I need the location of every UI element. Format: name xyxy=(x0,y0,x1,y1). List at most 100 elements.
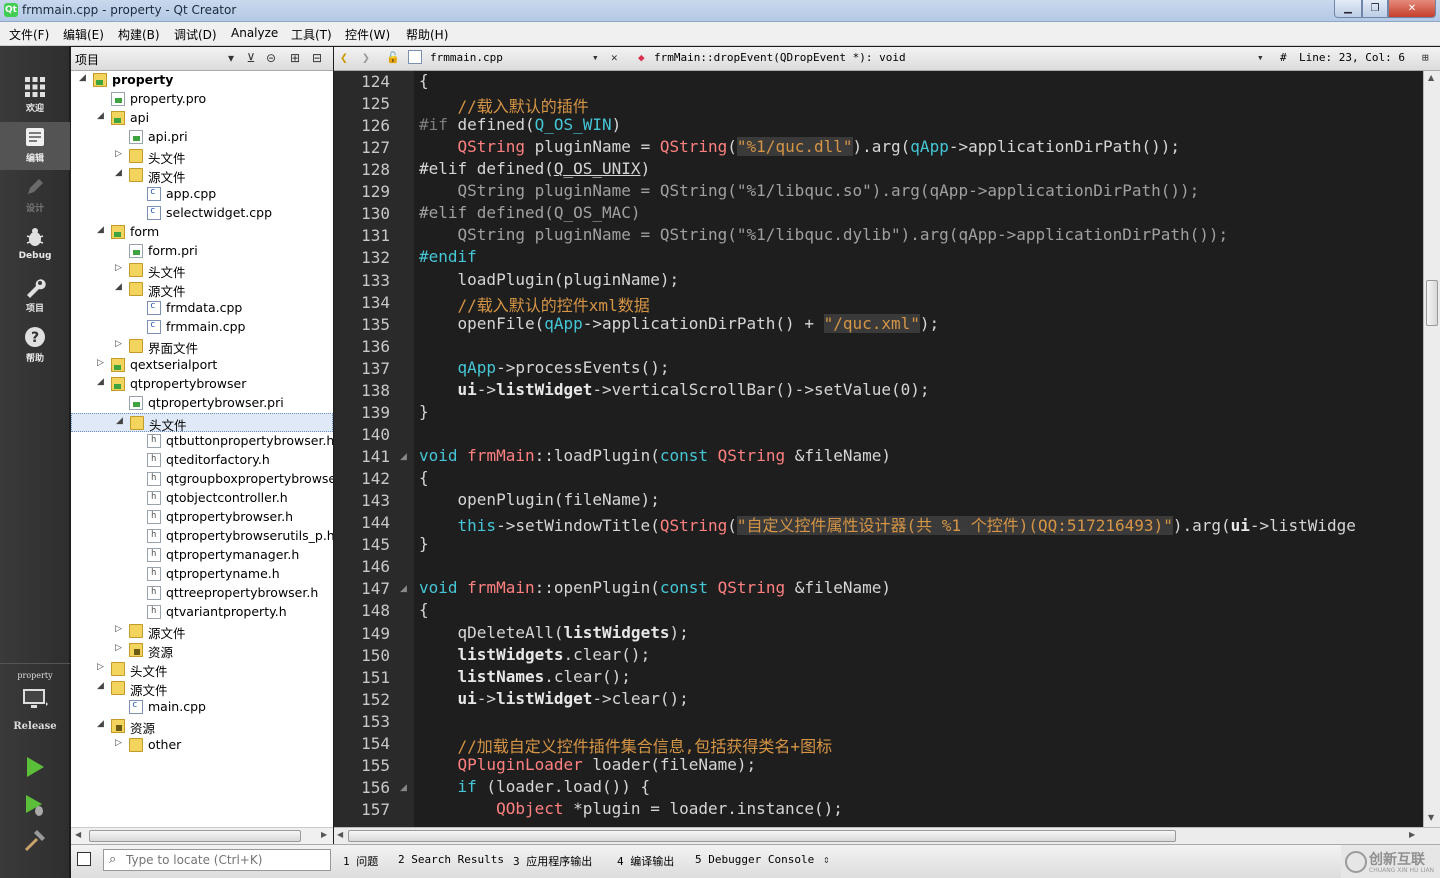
fold-marker-icon[interactable]: ◢ xyxy=(400,452,407,462)
code-line[interactable]: { xyxy=(419,600,429,619)
code-line[interactable]: ui->listWidget->clear(); xyxy=(419,689,689,708)
tree-item[interactable]: api.pri xyxy=(71,128,333,147)
run-button[interactable] xyxy=(22,754,48,780)
code-line[interactable]: loadPlugin(pluginName); xyxy=(419,270,680,289)
menu-edit[interactable]: 编辑(E) xyxy=(63,26,104,43)
tab-compile-output[interactable]: 4 编译输出 xyxy=(617,853,674,869)
forward-icon[interactable]: ❯ xyxy=(362,51,370,66)
tree-item[interactable]: qtpropertybrowser.pri xyxy=(71,394,333,413)
fold-marker-icon[interactable]: ◢ xyxy=(400,584,407,594)
collapse-arrow-icon[interactable]: ◢ xyxy=(116,416,123,426)
collapse-arrow-icon[interactable]: ◢ xyxy=(97,225,104,235)
tree-item[interactable]: qtpropertybrowser.h xyxy=(71,508,333,527)
menu-debug[interactable]: 调试(D) xyxy=(174,26,217,43)
expand-arrow-icon[interactable]: ▷ xyxy=(115,149,122,159)
code-line[interactable]: #if defined(Q_OS_WIN) xyxy=(419,115,621,134)
mode-debug[interactable]: Debug xyxy=(0,222,70,270)
filter-icon[interactable]: ⊻ xyxy=(243,50,259,66)
menu-help[interactable]: 帮助(H) xyxy=(406,26,448,43)
tab-search-results[interactable]: 2 Search Results xyxy=(398,853,504,866)
expand-arrow-icon[interactable]: ▷ xyxy=(115,339,122,349)
scrollbar-thumb[interactable] xyxy=(348,830,1176,842)
cursor-position[interactable]: Line: 23, Col: 6 xyxy=(1299,51,1405,64)
code-editor[interactable]: { //载入默认的插件 #if defined(Q_OS_WIN) QString… xyxy=(414,71,1423,827)
tree-item[interactable]: qtpropertyname.h xyxy=(71,565,333,584)
toggle-sidebar-icon[interactable] xyxy=(77,852,91,866)
collapse-arrow-icon[interactable]: ◢ xyxy=(115,168,122,178)
tree-item[interactable]: frmmain.cpp xyxy=(71,318,333,337)
tree-item[interactable]: qtpropertymanager.h xyxy=(71,546,333,565)
collapse-arrow-icon[interactable]: ◢ xyxy=(97,719,104,729)
menu-file[interactable]: 文件(F) xyxy=(9,26,49,43)
tree-item[interactable]: ◢ 源文件 xyxy=(71,679,333,698)
tree-item[interactable]: ◢ 资源 xyxy=(71,717,333,736)
code-line[interactable]: ui->listWidget->verticalScrollBar()->set… xyxy=(419,380,930,399)
file-dropdown-icon[interactable]: ▾ xyxy=(592,51,599,64)
scroll-left-icon[interactable]: ◀ xyxy=(337,830,343,839)
build-button[interactable] xyxy=(22,828,48,854)
more-tabs-icon[interactable]: ⇕ xyxy=(823,853,830,866)
menu-analyze[interactable]: Analyze xyxy=(231,26,278,40)
scrollbar-thumb[interactable] xyxy=(89,830,301,842)
code-line[interactable]: void frmMain::openPlugin(const QString &… xyxy=(419,578,891,597)
tab-issues[interactable]: 1 问题 xyxy=(343,853,378,869)
expand-arrow-icon[interactable]: ▷ xyxy=(97,358,104,368)
tree-item[interactable]: ◢ form xyxy=(71,223,333,242)
split-icon[interactable]: ⊞ xyxy=(287,50,303,66)
fold-marker-icon[interactable]: ◢ xyxy=(400,783,407,793)
scroll-right-icon[interactable]: ▶ xyxy=(321,830,327,839)
code-line[interactable]: QString pluginName = QString("%1/libquc.… xyxy=(419,225,1229,244)
tab-debugger-console[interactable]: 5 Debugger Console xyxy=(695,853,814,866)
code-line[interactable]: QPluginLoader loader(fileName); xyxy=(419,755,757,774)
code-line[interactable]: QString pluginName = QString("%1/libquc.… xyxy=(419,181,1200,200)
collapse-arrow-icon[interactable]: ◢ xyxy=(97,681,104,691)
open-file-combo[interactable]: frmmain.cpp xyxy=(430,51,503,64)
expand-arrow-icon[interactable]: ▷ xyxy=(115,624,122,634)
code-line[interactable]: this->setWindowTitle(QString("自定义控件属性设计器… xyxy=(419,512,1356,536)
scrollbar-thumb[interactable] xyxy=(1426,280,1438,326)
code-line[interactable]: #elif defined(Q_OS_UNIX) xyxy=(419,159,650,178)
tree-item[interactable]: qtbuttonpropertybrowser.h xyxy=(71,432,333,451)
tree-item[interactable]: ◢ qtpropertybrowser xyxy=(71,375,333,394)
mode-edit[interactable]: 编辑 xyxy=(0,122,70,170)
expand-arrow-icon[interactable]: ▷ xyxy=(97,662,104,672)
kit-selector[interactable] xyxy=(22,688,48,710)
scroll-right-icon[interactable]: ▶ xyxy=(1409,830,1415,839)
code-line[interactable]: //加载自定义控件插件集合信息,包括获得类名+图标 xyxy=(419,733,833,757)
split-editor-icon[interactable]: ⊞ xyxy=(1422,51,1429,64)
tree-item[interactable]: ▷ 头文件 xyxy=(71,261,333,280)
code-line[interactable]: void frmMain::loadPlugin(const QString &… xyxy=(419,446,891,465)
close-button[interactable]: ✕ xyxy=(1388,0,1436,18)
link-icon[interactable]: ⊝ xyxy=(263,50,279,66)
mode-help[interactable]: ? 帮助 xyxy=(0,322,70,370)
code-line[interactable]: QString pluginName = QString("%1/quc.dll… xyxy=(419,137,1180,157)
close-panel-icon[interactable]: ⊟ xyxy=(309,50,325,66)
expand-arrow-icon[interactable]: ▷ xyxy=(115,738,122,748)
collapse-arrow-icon[interactable]: ◢ xyxy=(79,73,86,83)
mode-welcome[interactable]: 欢迎 xyxy=(0,72,70,120)
back-icon[interactable]: ❮ xyxy=(340,51,348,66)
tree-item[interactable]: ▷ 资源 xyxy=(71,641,333,660)
scroll-up-icon[interactable]: ▲ xyxy=(1428,73,1434,82)
code-line[interactable]: #endif xyxy=(419,247,477,266)
symbol-dropdown-icon[interactable]: ▾ xyxy=(1257,51,1264,64)
tab-application-output[interactable]: 3 应用程序输出 xyxy=(513,853,592,869)
view-dropdown-icon[interactable]: ▾ xyxy=(223,50,239,66)
locator-input[interactable] xyxy=(126,852,326,868)
tree-item[interactable]: form.pri xyxy=(71,242,333,261)
tree-horizontal-scrollbar[interactable]: ◀ ▶ xyxy=(71,827,333,844)
menu-build[interactable]: 构建(B) xyxy=(118,26,160,43)
tree-item[interactable]: ▷ 源文件 xyxy=(71,622,333,641)
code-line[interactable]: if (loader.load()) { xyxy=(419,777,651,796)
tree-item[interactable]: selectwidget.cpp xyxy=(71,204,333,223)
tree-item[interactable]: property.pro xyxy=(71,90,333,109)
code-line[interactable]: qApp->processEvents(); xyxy=(419,358,670,377)
tree-item[interactable]: ▷ qextserialport xyxy=(71,356,333,375)
collapse-arrow-icon[interactable]: ◢ xyxy=(97,111,104,121)
code-line[interactable]: { xyxy=(419,468,429,487)
tree-item[interactable]: qttreepropertybrowser.h xyxy=(71,584,333,603)
expand-arrow-icon[interactable]: ▷ xyxy=(115,643,122,653)
scroll-down-icon[interactable]: ▼ xyxy=(1428,813,1434,822)
code-line[interactable]: QObject *plugin = loader.instance(); xyxy=(419,799,843,818)
tree-item[interactable]: ◢ property xyxy=(71,71,333,90)
